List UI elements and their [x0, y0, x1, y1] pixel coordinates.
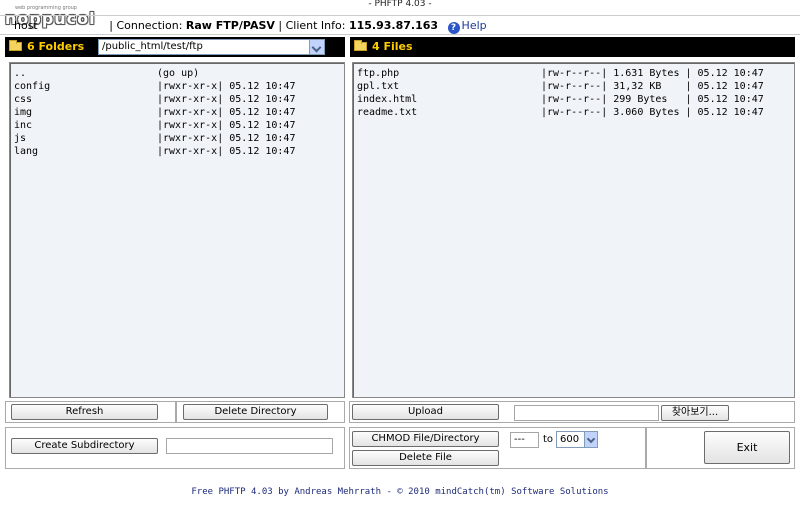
chmod-to-label: to: [543, 434, 554, 445]
folder-row-name: img: [14, 107, 33, 118]
folder-row[interactable]: css |rwxr-xr-x| 05.12 10:47: [10, 93, 344, 106]
chevron-down-icon[interactable]: [584, 432, 597, 447]
help-icon[interactable]: ?: [447, 22, 460, 34]
file-row-info: |rw-r--r--| 3.060 Bytes | 05.12 10:47: [541, 107, 764, 118]
delete-directory-button[interactable]: Delete Directory: [183, 404, 328, 420]
delete-file-button[interactable]: Delete File: [352, 450, 499, 466]
chmod-from-input[interactable]: ---: [510, 432, 539, 448]
files-count: 4 Files: [372, 40, 413, 53]
folder-row[interactable]: inc |rwxr-xr-x| 05.12 10:47: [10, 119, 344, 132]
connection-value: Raw FTP/PASV: [185, 19, 275, 32]
browse-button[interactable]: 찾아보기...: [661, 405, 729, 421]
folders-header: 6 Folders /public_html/test/ftp: [5, 37, 345, 57]
file-row-name: ftp.php: [357, 68, 400, 79]
exit-button[interactable]: Exit: [704, 431, 790, 464]
file-row-name: readme.txt: [357, 107, 418, 118]
folder-row[interactable]: img |rwxr-xr-x| 05.12 10:47: [10, 106, 344, 119]
file-row[interactable]: readme.txt |rw-r--r--| 3.060 Bytes | 05.1…: [353, 106, 794, 119]
file-row-info: |rw-r--r--| 299 Bytes | 05.12 10:47: [541, 94, 764, 105]
refresh-button[interactable]: Refresh: [11, 404, 158, 420]
file-row-name: index.html: [357, 94, 418, 105]
folder-row-info: |rwxr-xr-x| 05.12 10:47: [157, 120, 296, 131]
chevron-down-icon[interactable]: [309, 40, 324, 54]
folder-row[interactable]: .. (go up): [10, 67, 344, 80]
folder-list[interactable]: .. (go up) config |rwxr-xr-x| 05.12 10:47 cs…: [9, 62, 345, 398]
connection-label: Connection:: [116, 19, 183, 32]
create-subdirectory-button[interactable]: Create Subdirectory: [11, 438, 158, 454]
file-list[interactable]: ftp.php |rw-r--r--| 1.631 Bytes | 05.12 1…: [352, 62, 795, 398]
client-info-label: Client Info:: [285, 19, 346, 32]
folder-row-info: |rwxr-xr-x| 05.12 10:47: [157, 94, 296, 105]
folder-row-name: lang: [14, 146, 39, 157]
folder-icon: [9, 40, 22, 51]
folder-row-name: ..: [14, 68, 27, 79]
file-row[interactable]: index.html |rw-r--r--| 299 Bytes | 05.12 …: [353, 93, 794, 106]
folders-count: 6 Folders: [27, 40, 85, 53]
upload-button[interactable]: Upload: [352, 404, 499, 420]
files-header: 4 Files: [350, 37, 795, 57]
file-row[interactable]: ftp.php |rw-r--r--| 1.631 Bytes | 05.12 1…: [353, 67, 794, 80]
folder-row-info: |rwxr-xr-x| 05.12 10:47: [157, 146, 296, 157]
folder-row[interactable]: js |rwxr-xr-x| 05.12 10:47: [10, 132, 344, 145]
path-select-value: /public_html/test/ftp: [102, 41, 203, 52]
file-row[interactable]: gpl.txt |rw-r--r--| 31,32 KB | 05.12 10:4…: [353, 80, 794, 93]
folder-row-name: inc: [14, 120, 33, 131]
folder-icon: [354, 40, 367, 51]
logo-subtitle: web programming group: [15, 5, 77, 11]
chmod-to-select[interactable]: 600: [556, 431, 598, 448]
client-info-value: 115.93.87.163: [348, 19, 439, 32]
folder-row[interactable]: config |rwxr-xr-x| 05.12 10:47: [10, 80, 344, 93]
footer-credit: Free PHFTP 4.03 by Andreas Mehrrath - © …: [191, 487, 609, 497]
file-row-info: |rw-r--r--| 31,32 KB | 05.12 10:47: [541, 81, 764, 92]
folder-row[interactable]: lang |rwxr-xr-x| 05.12 10:47: [10, 145, 344, 158]
chmod-button[interactable]: CHMOD File/Directory: [352, 431, 499, 447]
folder-row-info: |rwxr-xr-x| 05.12 10:47: [157, 107, 296, 118]
folder-row-name: config: [14, 81, 51, 92]
folder-row-info: |rwxr-xr-x| 05.12 10:47: [157, 81, 296, 92]
chmod-to-value: 600: [560, 434, 580, 445]
window-title: - PHFTP 4.03 -: [368, 0, 432, 9]
host-label: host: [14, 19, 38, 32]
file-row-name: gpl.txt: [357, 81, 400, 92]
folder-row-info: (go up): [157, 68, 200, 79]
file-row-info: |rw-r--r--| 1.631 Bytes | 05.12 10:47: [541, 68, 764, 79]
path-select[interactable]: /public_html/test/ftp: [98, 39, 325, 55]
info-bar: host | Connection: Raw FTP/PASV | Client…: [0, 15, 800, 35]
folder-row-info: |rwxr-xr-x| 05.12 10:47: [157, 133, 296, 144]
upload-file-input[interactable]: [514, 405, 659, 421]
help-link[interactable]: Help: [462, 19, 487, 32]
folder-row-name: css: [14, 94, 33, 105]
subdirectory-name-input[interactable]: [166, 438, 333, 454]
folder-row-name: js: [14, 133, 27, 144]
